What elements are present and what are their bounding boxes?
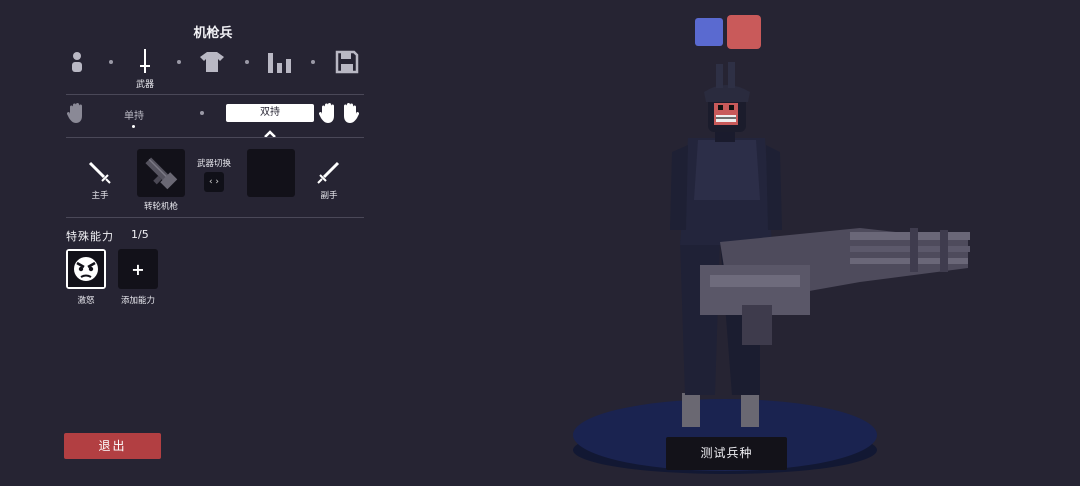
tab-separator	[311, 60, 315, 64]
grip-dual-option[interactable]: 双持	[226, 104, 314, 122]
off-hand-icon	[317, 160, 341, 188]
save-icon	[335, 50, 359, 74]
main-hand-icon	[87, 160, 111, 188]
left-boot	[682, 393, 700, 427]
person-icon	[72, 52, 82, 72]
tab-separator	[177, 60, 181, 64]
ability-rage-label: 激怒	[77, 296, 95, 306]
test-unit-button[interactable]: 测试兵种	[666, 437, 787, 470]
angry-face-icon	[68, 251, 104, 287]
chevron-up-icon	[264, 123, 276, 142]
abilities-count: 1/5	[131, 228, 149, 241]
tab-stats[interactable]	[267, 48, 293, 76]
divider	[66, 137, 364, 138]
main-weapon-slot[interactable]	[137, 149, 185, 197]
sword-icon	[140, 49, 150, 73]
off-hand-label: 副手	[320, 191, 338, 201]
divider	[66, 94, 364, 95]
unit-preview	[573, 62, 970, 474]
add-ability-label: 添加能力	[120, 296, 155, 306]
exit-button[interactable]: 退出	[64, 433, 161, 459]
single-hand-icon	[66, 102, 88, 128]
ability-rage-slot[interactable]	[66, 249, 106, 289]
tab-body[interactable]	[64, 48, 90, 76]
stats-icon	[268, 53, 291, 73]
tab-weapon[interactable]	[132, 48, 158, 76]
tab-separator	[109, 60, 113, 64]
grip-single-option[interactable]: 单持	[108, 107, 160, 122]
divider	[66, 217, 364, 218]
plus-icon: +	[131, 259, 145, 279]
team-red-button[interactable]	[727, 15, 761, 49]
tab-save[interactable]	[334, 48, 360, 76]
unit-title: 机枪兵	[193, 26, 233, 41]
tab-clothing[interactable]	[199, 48, 225, 76]
grip-separator	[200, 111, 204, 115]
right-boot	[741, 393, 759, 427]
main-weapon-name: 转轮机枪	[143, 202, 178, 212]
dual-hands-icon	[318, 102, 360, 128]
main-hand-label: 主手	[91, 191, 109, 201]
tab-weapon-label: 武器	[135, 80, 154, 90]
tab-separator	[245, 60, 249, 64]
team-blue-button[interactable]	[695, 18, 723, 46]
minigun-icon	[145, 157, 178, 190]
abilities-title: 特殊能力	[66, 230, 114, 243]
grip-single-indicator	[132, 125, 135, 128]
off-hand-weapon-slot[interactable]	[247, 149, 295, 197]
shirt-icon	[200, 52, 224, 72]
weapon-switch-button[interactable]: ‹ ›	[204, 172, 224, 192]
weapon-switch-label: 武器切换	[196, 159, 231, 169]
add-ability-button[interactable]: +	[118, 249, 158, 289]
